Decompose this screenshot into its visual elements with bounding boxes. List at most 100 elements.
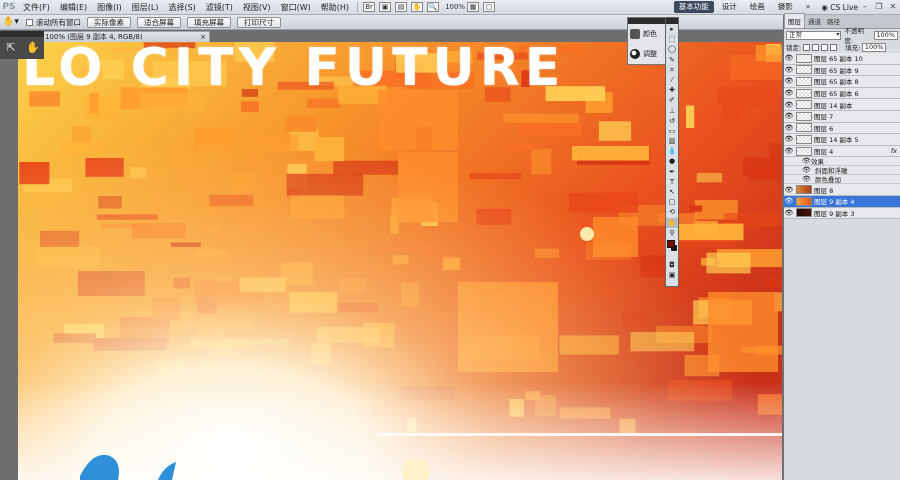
layer-row[interactable]: 👁 图层 9 副本 4	[784, 195, 900, 208]
visibility-eye-icon[interactable]: 👁	[784, 101, 794, 109]
crop-tool-icon[interactable]: ⌗	[666, 65, 678, 75]
lock-all-icon[interactable]	[830, 43, 838, 51]
bridge-icon[interactable]: Br	[363, 2, 376, 12]
hand-tool-icon[interactable]: ✋	[411, 2, 424, 12]
color-panel-button[interactable]: 颜色	[628, 24, 668, 44]
visibility-eye-icon[interactable]: 👁	[784, 66, 794, 74]
lock-pixels-icon[interactable]	[812, 43, 820, 51]
effect-visibility-eye-icon[interactable]: 👁	[802, 157, 811, 165]
fit-screen-button[interactable]: 适合屏幕	[137, 16, 181, 28]
tab-paths[interactable]: 路径	[824, 14, 843, 28]
cs-live-button[interactable]: ◉ CS Live	[821, 3, 858, 12]
effect-visibility-eye-icon[interactable]: 👁	[802, 166, 811, 174]
screen-mode-icon[interactable]: ▢	[483, 2, 496, 12]
menu-layer[interactable]: 图层(L)	[127, 2, 164, 13]
visibility-eye-icon[interactable]: 👁	[784, 147, 794, 155]
quick-mask-icon[interactable]: ◘	[666, 260, 678, 270]
menu-help[interactable]: 帮助(H)	[316, 2, 354, 13]
layer-row[interactable]: 👁 图层 14 副本 5	[784, 134, 900, 146]
menu-filter[interactable]: 滤镜(T)	[201, 2, 238, 13]
actual-pixels-button[interactable]: 实际像素	[87, 16, 131, 28]
pen-tool-icon[interactable]: ✒	[666, 167, 678, 177]
history-brush-tool-icon[interactable]: ↺	[666, 116, 678, 126]
scroll-all-windows-checkbox[interactable]: 滚动所有窗口	[26, 17, 81, 28]
menu-window[interactable]: 窗口(W)	[276, 2, 316, 13]
foreground-color-swatch[interactable]	[667, 239, 675, 248]
tab-channels[interactable]: 通道	[805, 14, 824, 28]
restore-icon[interactable]: ❐	[872, 1, 886, 13]
close-icon[interactable]: ✕	[886, 1, 900, 13]
lock-transparency-icon[interactable]	[803, 43, 811, 51]
layer-row[interactable]: 👁 图层 65 副本 8	[784, 76, 900, 88]
visibility-eye-icon[interactable]: 👁	[784, 77, 794, 85]
layer-row[interactable]: 👁 图层 65 副本 6	[784, 87, 900, 100]
visibility-eye-icon[interactable]: 👁	[784, 112, 794, 120]
workspace-essentials[interactable]: 基本功能	[673, 1, 714, 13]
tab-layers[interactable]: 图层	[784, 13, 805, 28]
layer-effect-row[interactable]: 👁 颜色叠加	[784, 175, 900, 185]
menu-edit[interactable]: 编辑(E)	[55, 2, 92, 13]
stamp-tool-icon[interactable]: ⊥	[666, 106, 678, 116]
layer-row[interactable]: 👁 图层 65 副本 9	[784, 64, 900, 77]
layer-effects-icon[interactable]: fx	[891, 147, 897, 155]
visibility-eye-icon[interactable]: 👁	[784, 89, 794, 97]
menu-image[interactable]: 图像(I)	[92, 2, 127, 13]
layer-row[interactable]: 👁 图层 8	[784, 184, 900, 196]
zoom-tool-icon[interactable]: 🔍	[427, 2, 440, 12]
minimize-icon[interactable]: –	[858, 1, 872, 13]
3d-tool-icon[interactable]: ⟲	[666, 207, 678, 217]
layer-row[interactable]: 👁 图层 7	[784, 110, 900, 123]
zoom-tool-icon[interactable]: ⚲	[666, 228, 678, 238]
layer-row[interactable]: 👁 图层 9 副本 3	[784, 207, 900, 220]
layer-row[interactable]: 👁 图层 4 fx	[784, 145, 900, 158]
arrange-icon[interactable]: ▦	[467, 2, 480, 12]
brush-tool-icon[interactable]: ✐	[666, 95, 678, 105]
lock-position-icon[interactable]	[821, 43, 829, 51]
zoom-level[interactable]: 100%	[445, 3, 465, 11]
healing-tool-icon[interactable]: ✚	[666, 85, 678, 95]
layer-row[interactable]: 👁 图层 6	[784, 122, 900, 135]
ruler-icon[interactable]: ▤	[395, 2, 408, 12]
workspace-painting[interactable]: 绘画	[745, 1, 770, 13]
color-swatches[interactable]	[666, 238, 678, 260]
screen-mode-icon[interactable]: ▣	[666, 270, 678, 280]
eyedropper-tool-icon[interactable]: ⁄	[666, 75, 678, 85]
gradient-tool-icon[interactable]: ▥	[666, 136, 678, 146]
eraser-tool-icon[interactable]: ▭	[666, 126, 678, 136]
visibility-eye-icon[interactable]: 👁	[784, 124, 794, 132]
layer-effect-row[interactable]: 👁 斜面和浮雕	[784, 166, 900, 176]
type-tool-icon[interactable]: T	[666, 177, 678, 187]
workspace-more-icon[interactable]: »	[801, 1, 816, 13]
quick-select-tool-icon[interactable]: ✎	[666, 55, 678, 65]
marquee-tool-icon[interactable]: ⬚	[666, 34, 678, 44]
adjustments-panel-button[interactable]: 调整	[628, 44, 668, 64]
workspace-design[interactable]: 设计	[717, 1, 742, 13]
move-tool-icon[interactable]: ⇱	[0, 38, 22, 58]
visibility-eye-icon[interactable]: 👁	[784, 135, 794, 143]
blur-tool-icon[interactable]: 💧	[666, 146, 678, 156]
path-select-tool-icon[interactable]: ↖	[666, 187, 678, 197]
tab-close-icon[interactable]: ×	[200, 32, 206, 42]
opacity-field[interactable]: 100%	[874, 30, 898, 40]
visibility-eye-icon[interactable]: 👁	[784, 54, 794, 62]
visibility-eye-icon[interactable]: 👁	[784, 209, 794, 217]
lasso-tool-icon[interactable]: ◯	[666, 44, 678, 54]
document-tab[interactable]: psd @ 100% (图层 9 副本 4, RGB/8) ×	[18, 31, 210, 42]
fill-field[interactable]: 100%	[862, 42, 887, 52]
visibility-eye-icon[interactable]: 👁	[784, 197, 794, 205]
fill-screen-button[interactable]: 填充屏幕	[187, 16, 231, 28]
layer-row[interactable]: 👁 图层 65 副本 10	[784, 53, 900, 65]
workspace-photography[interactable]: 摄影	[773, 1, 798, 13]
move-tool-icon[interactable]: ▸	[666, 24, 678, 34]
blend-mode-select[interactable]: 正常	[786, 30, 842, 40]
hand-tool-icon[interactable]: ✋	[666, 217, 678, 228]
menu-select[interactable]: 选择(S)	[163, 2, 200, 13]
layer-row[interactable]: 👁 图层 14 副本	[784, 99, 900, 111]
menu-file[interactable]: 文件(F)	[18, 2, 55, 13]
menu-view[interactable]: 视图(V)	[238, 2, 276, 13]
minibridge-icon[interactable]: ▣	[379, 2, 392, 12]
shape-tool-icon[interactable]: ▢	[666, 197, 678, 207]
print-size-button[interactable]: 打印尺寸	[237, 16, 281, 28]
effect-visibility-eye-icon[interactable]: 👁	[802, 175, 811, 183]
hand-tool-icon[interactable]: ✋	[22, 38, 44, 58]
